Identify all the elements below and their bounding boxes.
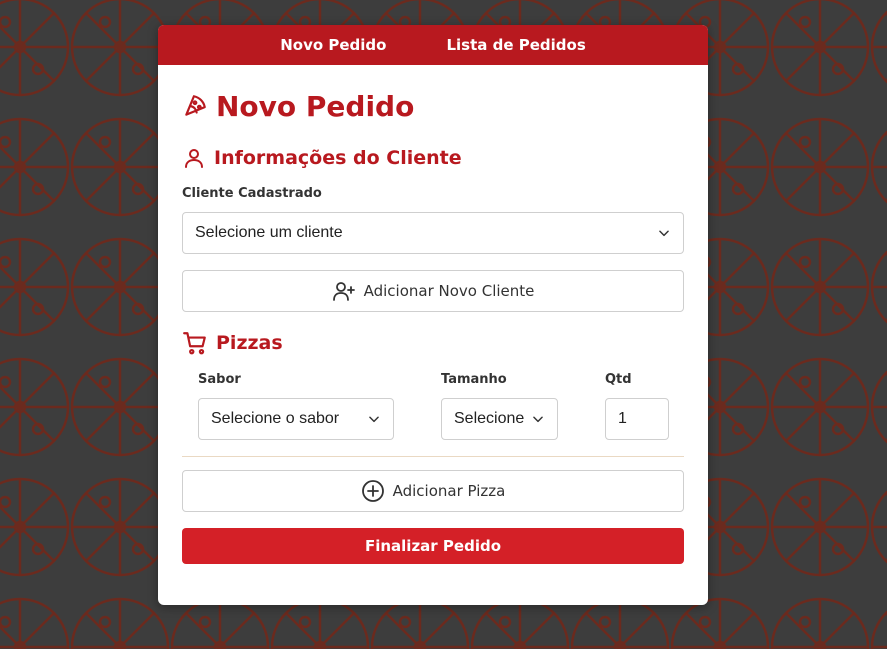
chevron-down-icon xyxy=(657,226,671,240)
user-plus-icon xyxy=(332,279,356,303)
flavor-label: Sabor xyxy=(198,372,241,387)
pizzas-section-title-text: Pizzas xyxy=(216,332,283,354)
nav-novo-pedido[interactable]: Novo Pedido xyxy=(280,36,386,54)
client-section-title-text: Informações do Cliente xyxy=(214,147,462,169)
qty-input-value: 1 xyxy=(618,410,627,427)
qty-input[interactable]: 1 xyxy=(605,398,669,440)
client-section-title: Informações do Cliente xyxy=(182,145,684,171)
qty-label: Qtd xyxy=(605,372,632,387)
client-label: Cliente Cadastrado xyxy=(182,186,322,201)
add-client-label: Adicionar Novo Cliente xyxy=(363,282,535,300)
chevron-down-icon xyxy=(367,412,381,426)
page-title-text: Novo Pedido xyxy=(216,89,415,123)
pizza-row-divider xyxy=(182,456,684,457)
page-title: Novo Pedido xyxy=(182,89,684,123)
plus-circle-icon xyxy=(361,479,385,503)
nav-lista-pedidos[interactable]: Lista de Pedidos xyxy=(446,36,585,54)
client-select[interactable]: Selecione um cliente xyxy=(182,212,684,254)
pizzas-section-title: Pizzas xyxy=(182,330,684,356)
client-select-value: Selecione um cliente xyxy=(195,224,343,241)
top-nav: Novo Pedido Lista de Pedidos xyxy=(158,25,708,65)
pizza-row: Sabor Selecione o sabor Tamanho Selecion… xyxy=(182,372,684,472)
size-select-value: Selecione xyxy=(454,410,525,427)
pizza-slice-icon xyxy=(182,93,208,119)
cart-icon xyxy=(182,330,208,356)
add-client-button[interactable]: Adicionar Novo Cliente xyxy=(182,270,684,312)
finalize-order-button[interactable]: Finalizar Pedido xyxy=(182,528,684,564)
add-pizza-button[interactable]: Adicionar Pizza xyxy=(182,470,684,512)
chevron-down-icon xyxy=(531,412,545,426)
add-pizza-label: Adicionar Pizza xyxy=(392,482,506,500)
flavor-select[interactable]: Selecione o sabor xyxy=(198,398,394,440)
size-label: Tamanho xyxy=(441,372,507,387)
flavor-select-value: Selecione o sabor xyxy=(211,410,340,427)
size-select[interactable]: Selecione xyxy=(441,398,558,440)
user-icon xyxy=(182,146,206,170)
order-card: Novo Pedido Lista de Pedidos Novo Pedido xyxy=(158,25,708,605)
